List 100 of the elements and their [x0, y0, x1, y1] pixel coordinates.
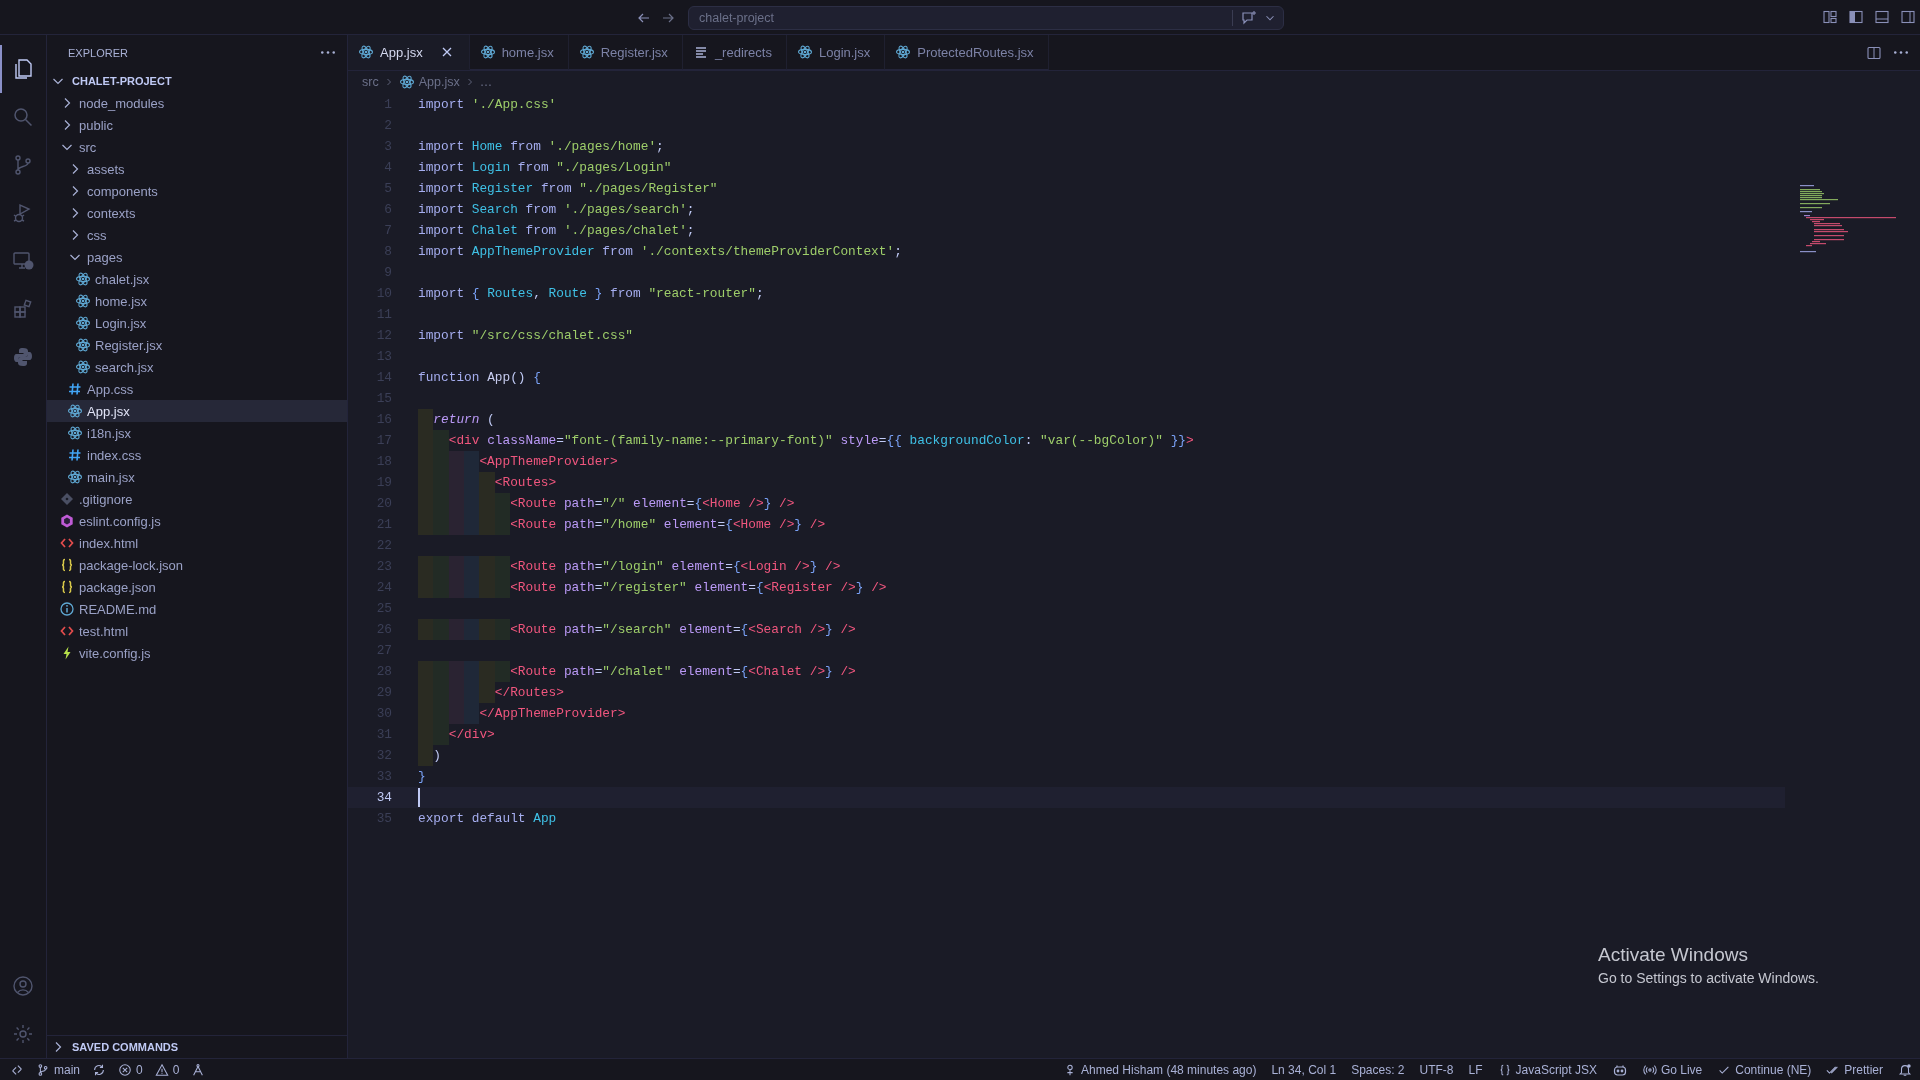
code-line: <Route path="/register" element={<Register />} /> [418, 577, 887, 598]
info-icon [59, 601, 75, 617]
code-line: import './App.css' [418, 96, 557, 114]
file-item[interactable]: App.css [47, 378, 347, 400]
status-item[interactable]: Prettier [1826, 1062, 1883, 1077]
atom-icon [895, 44, 912, 60]
status-item[interactable]: Go Live [1642, 1062, 1703, 1077]
file-item[interactable]: package-lock.json [47, 554, 347, 576]
section-header[interactable]: CHALET-PROJECT [47, 70, 347, 92]
folder-item[interactable]: pages [47, 246, 347, 268]
status-item[interactable]: JavaScript JSX [1497, 1062, 1597, 1077]
breadcrumb-item[interactable]: App.jsx [418, 75, 460, 89]
folder-item[interactable]: assets [47, 158, 347, 180]
file-item[interactable]: chalet.jsx [47, 268, 347, 290]
file-item[interactable]: i18n.jsx [47, 422, 347, 444]
atom-icon [75, 315, 91, 331]
code-line: import Home from './pages/home'; [418, 138, 664, 156]
atom-icon [67, 469, 83, 485]
editor-tab[interactable]: _redirects [682, 35, 787, 70]
status-item[interactable]: 0 [118, 1062, 143, 1077]
status-item[interactable]: Ln 34, Col 1 [1271, 1062, 1337, 1077]
section-header[interactable]: SAVED COMMANDS [47, 1036, 347, 1058]
breadcrumb-item[interactable]: src [362, 75, 379, 89]
code-line: import Register from "./pages/Register" [418, 180, 718, 198]
status-item[interactable]: Ahmed Hisham (48 minutes ago) [1063, 1062, 1257, 1077]
file-item[interactable]: main.jsx [47, 466, 347, 488]
python-icon [11, 345, 35, 369]
account-icon [11, 974, 35, 998]
code-line: <Route path="/" element={<Home />} /> [418, 493, 795, 514]
split-editor-icon [1866, 44, 1882, 61]
activation-title: Activate Windows [1598, 944, 1749, 966]
file-item[interactable]: Login.jsx [47, 312, 347, 334]
code-line: import { Routes, Route } from "react-router"; [418, 285, 764, 303]
atom-icon [796, 44, 813, 60]
code-line: import "/src/css/chalet.css" [418, 327, 634, 345]
more-icon [321, 51, 335, 54]
file-item[interactable]: search.jsx [47, 356, 347, 378]
chat-sparkle-icon [1241, 9, 1257, 26]
status-item[interactable]: 0 [154, 1062, 180, 1077]
folder-item[interactable]: components [47, 180, 347, 202]
code-line: <Route path="/home" element={<Home />} /> [418, 514, 826, 535]
atom-icon [75, 359, 91, 375]
hexagon-icon [59, 513, 75, 529]
folder-item[interactable]: contexts [47, 202, 347, 224]
file-item[interactable]: eslint.config.js [47, 510, 347, 532]
code-line: return ( [418, 409, 495, 430]
breadcrumb-item[interactable]: … [479, 75, 493, 89]
warning-icon [154, 1062, 169, 1077]
editor-tab[interactable]: Register.jsx [568, 35, 683, 70]
file-item[interactable]: Register.jsx [47, 334, 347, 356]
editor-tab[interactable]: App.jsx [348, 35, 470, 70]
status-item[interactable]: Spaces: 2 [1351, 1062, 1405, 1077]
file-item[interactable]: package.json [47, 576, 347, 598]
code-line: <AppThemeProvider> [418, 451, 618, 472]
status-item[interactable]: LF [1468, 1062, 1483, 1077]
atom-icon [358, 44, 374, 60]
diamond-icon [59, 491, 75, 507]
atom-icon [67, 403, 83, 419]
text-cursor [418, 788, 420, 807]
atom-icon [75, 293, 91, 309]
file-item[interactable]: App.jsx [47, 400, 347, 422]
file-item[interactable]: README.md [47, 598, 347, 620]
code-line: ) [418, 745, 442, 766]
editor-tab[interactable]: ProtectedRoutes.jsx [885, 35, 1049, 70]
panel-bottom-icon [1874, 9, 1890, 25]
file-item[interactable]: test.html [47, 620, 347, 642]
file-item[interactable]: index.html [47, 532, 347, 554]
line-number: 34 [375, 790, 392, 805]
folder-item[interactable]: css [47, 224, 347, 246]
code-line: <div className="font-(family-name:--primary-font)" style={{ backgroundColor: "var(--bgColor)" }}> [418, 430, 1194, 451]
search-icon [11, 105, 35, 129]
file-item[interactable]: .gitignore [47, 488, 347, 510]
code-line: </Routes> [418, 682, 564, 703]
status-item[interactable]: UTF-8 [1419, 1062, 1454, 1077]
code-line: </div> [418, 724, 495, 745]
status-item[interactable]: main [36, 1062, 80, 1077]
status-item[interactable]: Continue (NE) [1717, 1062, 1812, 1077]
atom-icon [578, 44, 595, 60]
code-line: import Chalet from './pages/chalet'; [418, 222, 695, 240]
folder-item[interactable]: public [47, 114, 347, 136]
editor-tab[interactable]: home.jsx [469, 35, 569, 70]
file-item[interactable]: home.jsx [47, 290, 347, 312]
folder-item[interactable]: src [47, 136, 347, 158]
code-line: export default App [418, 810, 557, 828]
code-line: <Routes> [418, 472, 557, 493]
antenna-icon [191, 1062, 206, 1077]
layout-grid-icon [1822, 9, 1838, 25]
settings-icon [11, 1022, 35, 1046]
file-item[interactable]: vite.config.js [47, 642, 347, 664]
bell-icon [1898, 1062, 1912, 1077]
code-line: <Route path="/search" element={<Search />} /> [418, 619, 856, 640]
file-item[interactable]: index.css [47, 444, 347, 466]
hash-icon [67, 381, 83, 397]
editor-tab[interactable]: Login.jsx [786, 35, 886, 70]
code-line: function App() { [418, 369, 541, 387]
atom-icon [75, 337, 91, 353]
atom-icon [67, 425, 83, 441]
code-line: import Login from "./pages/Login" [418, 159, 672, 177]
activation-text: Go to Settings to activate Windows. [1598, 970, 1819, 986]
folder-item[interactable]: node_modules [47, 92, 347, 114]
